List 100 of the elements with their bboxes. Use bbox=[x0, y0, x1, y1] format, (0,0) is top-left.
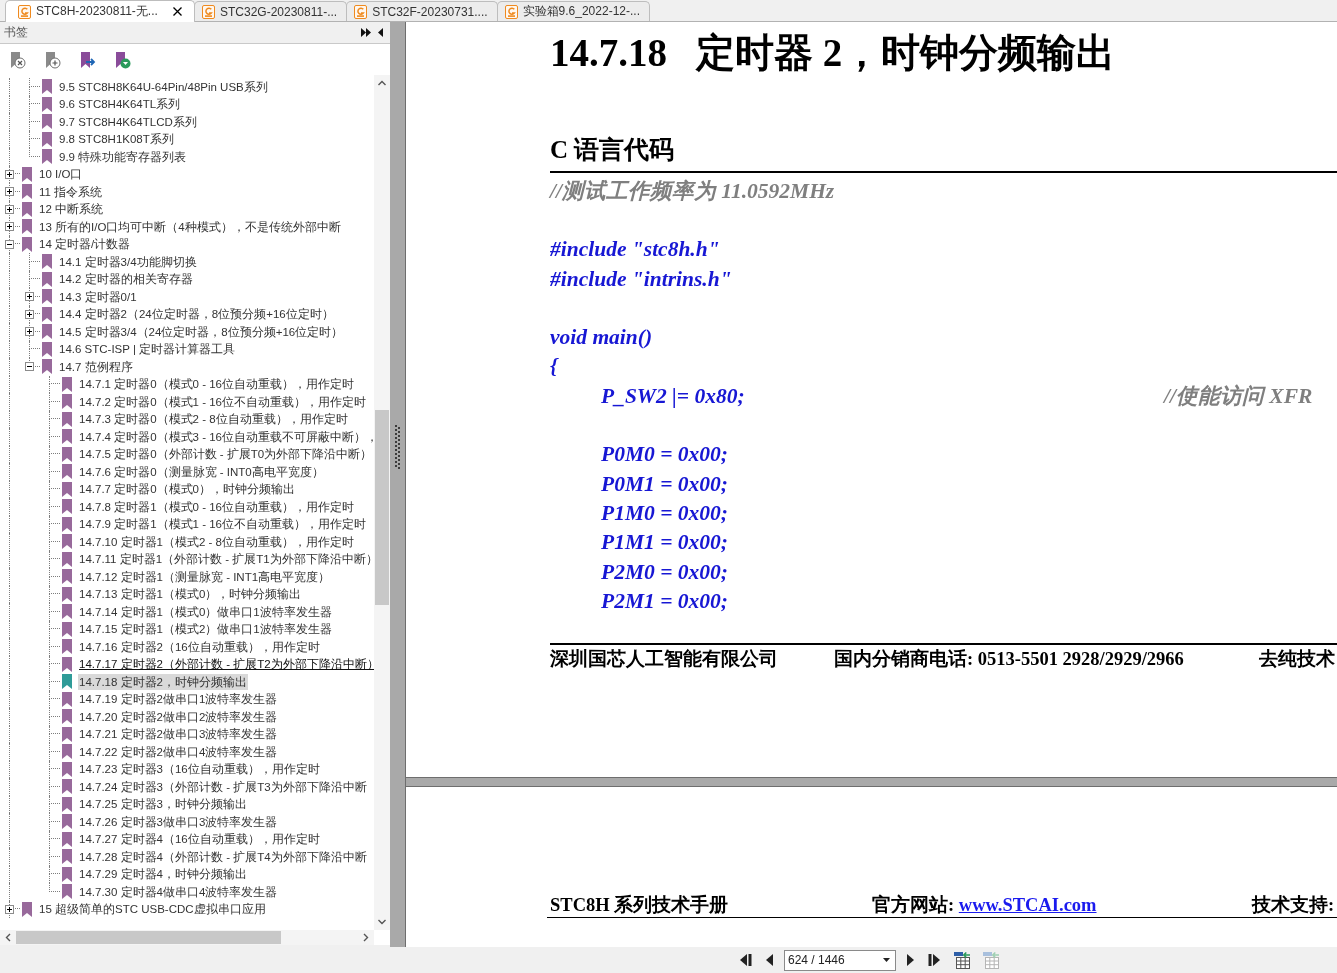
bookmark-item[interactable]: 14.7.22 定时器2做串口4波特率发生器 bbox=[78, 743, 279, 760]
bookmark-item[interactable]: 9.9 特殊功能寄存器列表 bbox=[58, 148, 188, 165]
bookmark-item[interactable]: 13 所有的I/O口均可中断（4种模式），不是传统外部中断 bbox=[38, 218, 342, 235]
bookmark-item[interactable]: 14.7.23 定时器3（16位自动重载），用作定时 bbox=[78, 761, 321, 778]
bookmark-item[interactable]: 14.1 定时器3/4功能脚切换 bbox=[58, 253, 198, 270]
bookmark-icon bbox=[62, 639, 72, 655]
plus-box-icon[interactable] bbox=[5, 204, 14, 214]
bookmark-item[interactable]: 14.7.25 定时器3，时钟分频输出 bbox=[78, 796, 248, 813]
bookmark-icon bbox=[62, 394, 72, 410]
document-tab[interactable]: STC32F-20230731.... bbox=[346, 1, 498, 21]
bookmark-icon bbox=[42, 96, 52, 112]
bookmark-item[interactable]: 14.7.15 定时器1（模式2）做串口1波特率发生器 bbox=[78, 621, 333, 638]
bookmark-item[interactable]: 14.7.4 定时器0（模式3 - 16位自动重载不可屏蔽中断）， bbox=[78, 428, 374, 445]
scrollbar-thumb[interactable] bbox=[375, 410, 389, 605]
bookmark-item[interactable]: 14.3 定时器0/1 bbox=[58, 288, 138, 305]
bookmark-item[interactable]: 14.7.2 定时器0（模式1 - 16位不自动重载），用作定时 bbox=[78, 393, 367, 410]
previous-icon[interactable] bbox=[765, 953, 773, 967]
bookmark-icon bbox=[62, 656, 72, 672]
bookmark-icon bbox=[62, 376, 72, 392]
plus-box-icon[interactable] bbox=[5, 169, 14, 179]
table-arrow-icon[interactable] bbox=[953, 951, 971, 969]
bookmark-item[interactable]: 9.5 STC8H8K64U-64Pin/48Pin USB系列 bbox=[58, 78, 269, 95]
bookmark-item[interactable]: 9.6 STC8H4K64TL系列 bbox=[58, 96, 182, 113]
bookmark-item[interactable]: 14.7.18 定时器2，时钟分频输出 bbox=[78, 673, 248, 690]
bookmark-item[interactable]: 14.7.20 定时器2做串口2波特率发生器 bbox=[78, 708, 279, 725]
website-link[interactable]: www.STCAI.com bbox=[958, 895, 1097, 915]
bookmark-item[interactable]: 14.7.19 定时器2做串口1波特率发生器 bbox=[78, 691, 279, 708]
plus-box-icon[interactable] bbox=[5, 187, 14, 196]
bookmark-item[interactable]: 11 指令系统 bbox=[38, 183, 104, 200]
document-tab[interactable]: 实验箱9.6_2022-12-... bbox=[496, 1, 650, 21]
bookmark-icon bbox=[62, 516, 72, 532]
bookmark-item[interactable]: 14.7.11 定时器1（外部计数 - 扩展T1为外部下降沿中断） bbox=[78, 551, 374, 568]
bookmark-item[interactable]: 14.7.7 定时器0（模式0），时钟分频输出 bbox=[78, 481, 296, 498]
bookmark-item[interactable]: 14.7.3 定时器0（模式2 - 8位自动重载），用作定时 bbox=[78, 411, 349, 428]
bookmark-down-icon[interactable] bbox=[113, 50, 131, 69]
bookmark-item[interactable]: 14.7.13 定时器1（模式0），时钟分频输出 bbox=[78, 586, 303, 603]
skip-to-start-icon[interactable] bbox=[738, 953, 752, 967]
bookmark-item[interactable]: 14.2 定时器的相关寄存器 bbox=[58, 271, 194, 288]
bookmark-item[interactable]: 15 超级简单的STC USB-CDC虚拟串口应用 bbox=[38, 901, 267, 918]
bookmark-item[interactable]: 14.7.28 定时器4（外部计数 - 扩展T4为外部下降沿中断 bbox=[78, 848, 368, 865]
bookmark-item[interactable]: 14.7.14 定时器1（模式0）做串口1波特率发生器 bbox=[78, 603, 333, 620]
code-line: P_SW2 |= 0x80; bbox=[601, 382, 745, 409]
bookmark-item[interactable]: 9.8 STC8H1K08T系列 bbox=[58, 131, 175, 148]
bookmark-item[interactable]: 12 中断系统 bbox=[38, 201, 104, 218]
code-line: P0M1 = 0x00; bbox=[601, 470, 728, 497]
bookmark-item[interactable]: 14 定时器/计数器 bbox=[38, 236, 132, 253]
close-icon[interactable] bbox=[173, 7, 182, 16]
bookmark-icon bbox=[62, 551, 72, 567]
bookmark-delete-icon[interactable] bbox=[8, 50, 26, 69]
bookmark-item[interactable]: 14.4 定时器2（24位定时器，8位预分频+16位定时） bbox=[58, 306, 335, 323]
bookmark-icon bbox=[62, 464, 72, 480]
plus-box-icon[interactable] bbox=[5, 904, 14, 914]
document-tab[interactable]: STC8H-20230811-无... bbox=[5, 0, 195, 22]
grip-icon[interactable] bbox=[395, 425, 400, 469]
bookmark-icon bbox=[42, 324, 52, 340]
left-triangle-icon[interactable] bbox=[378, 28, 383, 37]
bookmark-icon bbox=[62, 411, 72, 427]
bookmark-icon bbox=[62, 726, 72, 742]
bookmark-item[interactable]: 14.7 范例程序 bbox=[58, 358, 134, 375]
bookmark-item[interactable]: 14.7.9 定时器1（模式1 - 16位不自动重载），用作定时 bbox=[78, 516, 367, 533]
bookmark-icon bbox=[62, 481, 72, 497]
bookmark-item[interactable]: 14.7.27 定时器4（16位自动重载），用作定时 bbox=[78, 831, 321, 848]
bookmark-item[interactable]: 14.7.5 定时器0（外部计数 - 扩展T0为外部下降沿中断） bbox=[78, 446, 374, 463]
bookmark-icon bbox=[62, 446, 72, 462]
bookmark-item[interactable]: 14.6 STC-ISP | 定时器计算器工具 bbox=[58, 341, 237, 358]
bookmark-item[interactable]: 14.7.1 定时器0（模式0 - 16位自动重载），用作定时 bbox=[78, 376, 355, 393]
scrollbar-thumb[interactable] bbox=[16, 931, 281, 944]
document-tab[interactable]: STC32G-20230811-... bbox=[194, 1, 348, 21]
header-text: STC8H 系列技术手册 bbox=[550, 893, 729, 917]
bookmark-item[interactable]: 14.7.29 定时器4，时钟分频输出 bbox=[78, 866, 248, 883]
bookmark-icon bbox=[62, 779, 72, 795]
plus-box-icon[interactable] bbox=[25, 292, 34, 301]
minus-box-icon[interactable] bbox=[5, 239, 14, 249]
bookmark-item[interactable]: 14.7.21 定时器2做串口3波特率发生器 bbox=[78, 726, 279, 743]
bookmark-item[interactable]: 14.7.26 定时器3做串口3波特率发生器 bbox=[78, 813, 279, 830]
bookmark-item[interactable]: 14.7.8 定时器1（模式0 - 16位自动重载），用作定时 bbox=[78, 498, 355, 515]
bookmark-item[interactable]: 14.7.17 定时器2（外部计数 - 扩展T2为外部下降沿中断） bbox=[78, 656, 374, 673]
bookmark-item[interactable]: 14.7.30 定时器4做串口4波特率发生器 bbox=[78, 883, 279, 900]
bookmark-icon bbox=[62, 429, 72, 445]
bookmark-item[interactable]: 9.7 STC8H4K64TLCD系列 bbox=[58, 113, 198, 130]
plus-box-icon[interactable] bbox=[25, 309, 34, 319]
double-triangle-icon[interactable] bbox=[361, 28, 371, 37]
bookmark-item[interactable]: 14.5 定时器3/4（24位定时器，8位预分频+16位定时） bbox=[58, 323, 345, 340]
bookmark-icon bbox=[62, 621, 72, 637]
bookmark-item[interactable]: 14.7.6 定时器0（测量脉宽 - INT0高电平宽度） bbox=[78, 463, 325, 480]
bookmark-add-icon[interactable] bbox=[43, 50, 61, 69]
skip-to-end-icon[interactable] bbox=[928, 953, 942, 967]
minus-box-icon[interactable] bbox=[25, 362, 34, 371]
plus-box-icon[interactable] bbox=[25, 327, 34, 336]
page-number-field[interactable]: 624 / 1446 bbox=[784, 949, 896, 971]
bookmark-item[interactable]: 14.7.24 定时器3（外部计数 - 扩展T3为外部下降沿中断 bbox=[78, 778, 368, 795]
bookmark-icon bbox=[62, 849, 72, 865]
bookmark-item[interactable]: 14.7.16 定时器2（16位自动重载），用作定时 bbox=[78, 638, 321, 655]
dropdown-caret-icon[interactable] bbox=[883, 958, 890, 962]
bookmark-item[interactable]: 14.7.12 定时器1（测量脉宽 - INT1高电平宽度） bbox=[78, 568, 332, 585]
bookmark-item[interactable]: 14.7.10 定时器1（模式2 - 8位自动重载），用作定时 bbox=[78, 533, 355, 550]
bookmark-item[interactable]: 10 I/O口 bbox=[38, 166, 84, 183]
plus-box-icon[interactable] bbox=[5, 222, 14, 231]
next-icon[interactable] bbox=[907, 953, 915, 967]
bookmark-arrow-icon[interactable] bbox=[78, 50, 96, 69]
